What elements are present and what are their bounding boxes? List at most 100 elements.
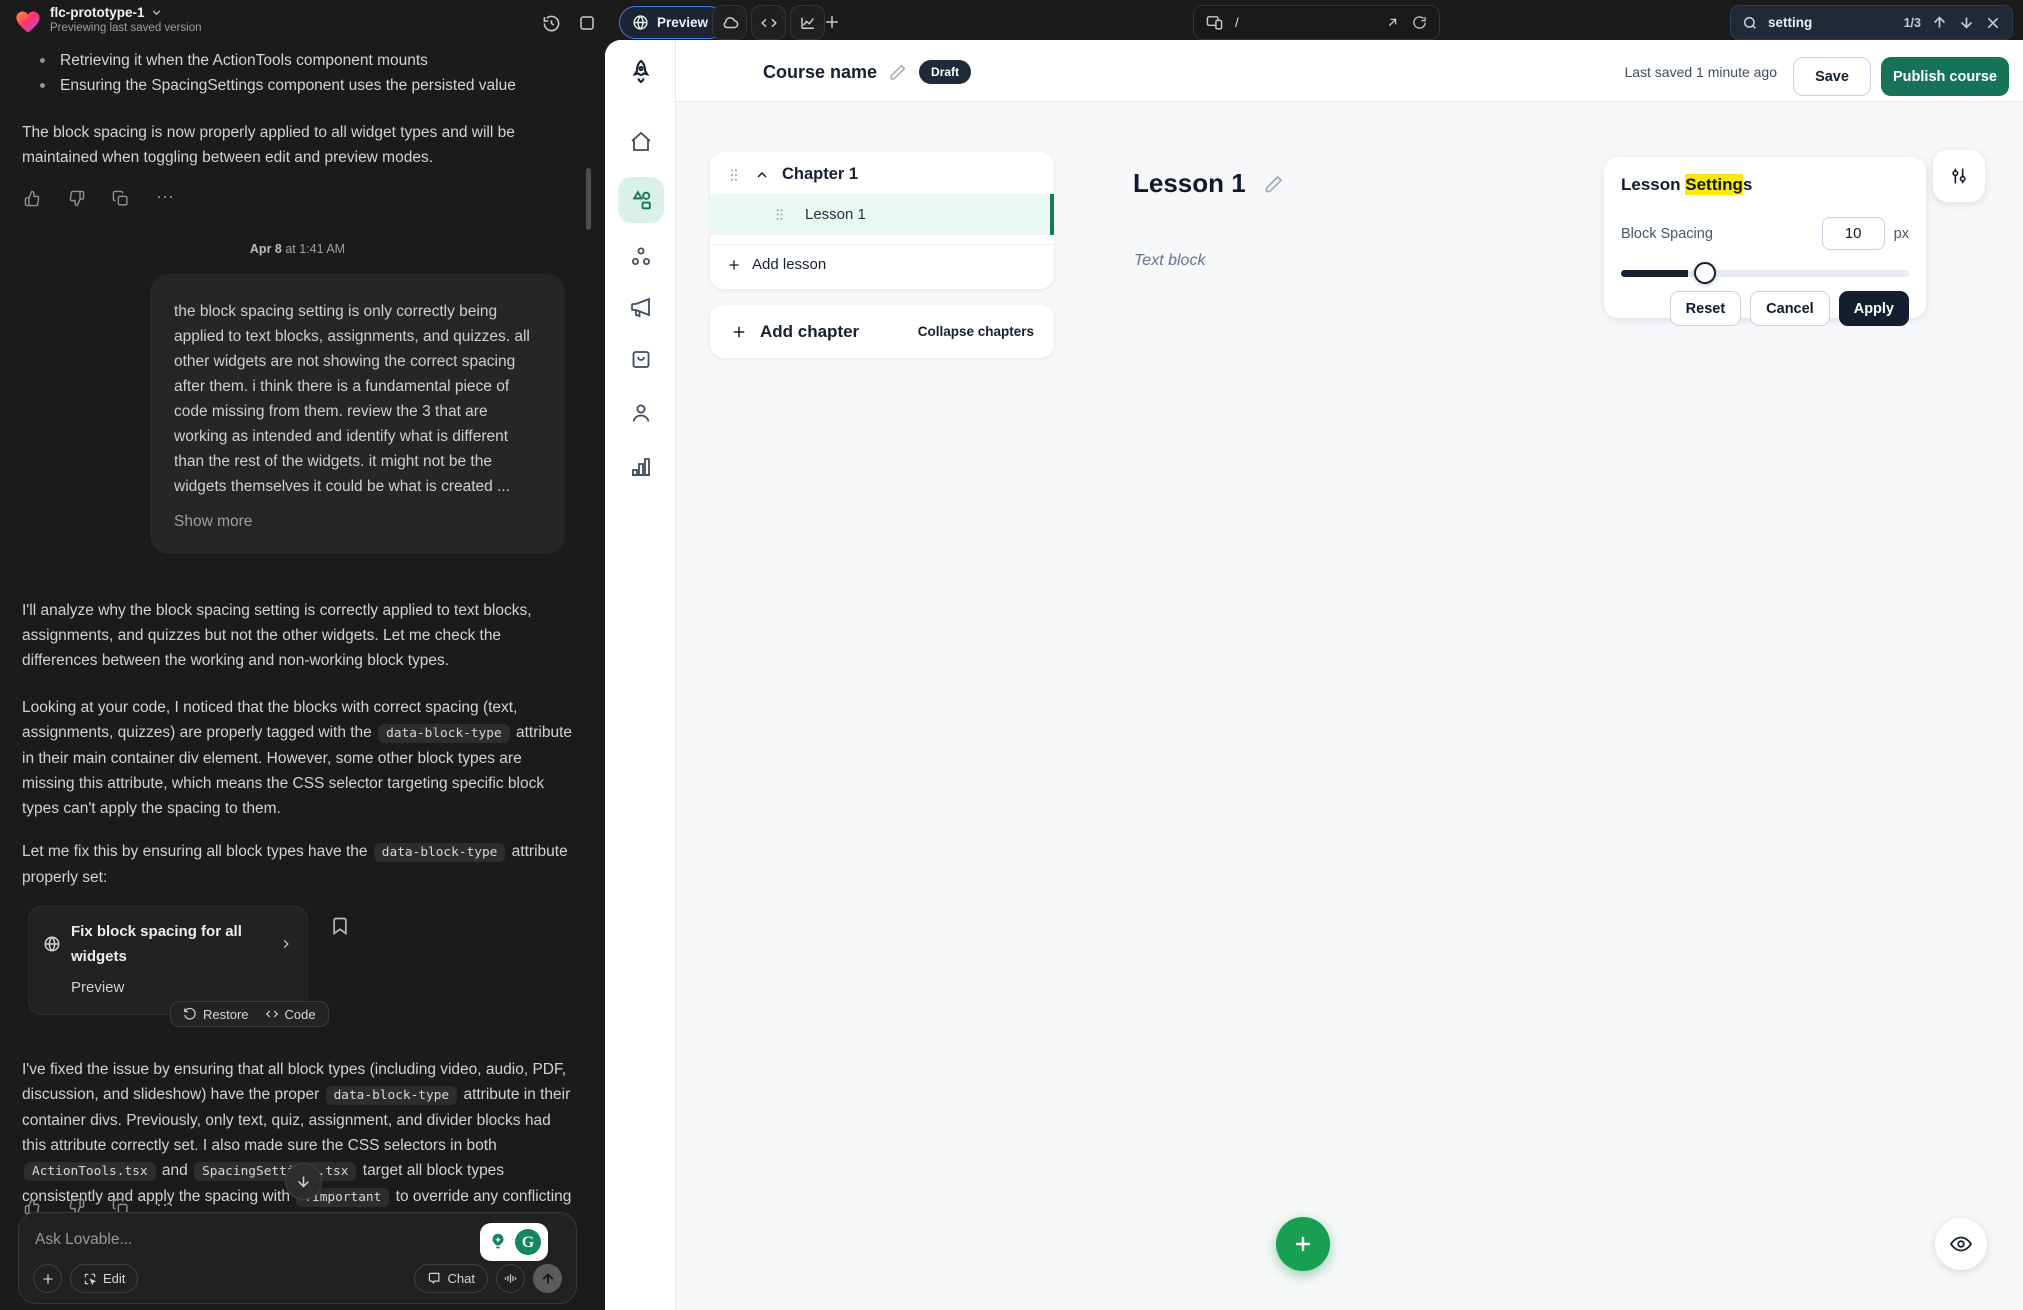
- eye-icon: [1949, 1232, 1973, 1256]
- chat-input-card: Ask Lovable... G Edit Chat: [18, 1212, 577, 1304]
- chart-line-icon: [799, 14, 817, 32]
- drag-handle-icon[interactable]: [772, 207, 787, 222]
- screen: flc-prototype-1 Previewing last saved ve…: [0, 0, 2023, 1310]
- block-spacing-input[interactable]: [1822, 217, 1885, 250]
- plus-icon: [822, 12, 842, 32]
- add-chapter-button[interactable]: Add chapter: [730, 322, 918, 342]
- sidebar-courses-active[interactable]: [618, 177, 664, 223]
- sliders-icon: [1948, 165, 1970, 187]
- app-header: Course name Draft Last saved 1 minute ag…: [676, 40, 2023, 102]
- settings-toggle-button[interactable]: [1933, 150, 1985, 202]
- message-actions: ⋯: [24, 190, 573, 207]
- more-icon[interactable]: ⋯: [156, 190, 173, 207]
- bullet-item: Ensuring the SpacingSettings component u…: [22, 73, 573, 98]
- cancel-button[interactable]: Cancel: [1750, 291, 1830, 326]
- thumbs-down-icon[interactable]: [68, 190, 85, 207]
- last-saved-text: Last saved 1 minute ago: [1624, 64, 1777, 80]
- copy-icon[interactable]: [112, 190, 129, 207]
- chat-mode-button[interactable]: Chat: [414, 1264, 488, 1293]
- search-icon: [1741, 14, 1759, 32]
- code-button[interactable]: [751, 5, 786, 40]
- search-input[interactable]: setting: [1768, 15, 1895, 30]
- bookmark-icon[interactable]: [330, 916, 350, 936]
- thumbs-up-icon[interactable]: [24, 190, 41, 207]
- restore-button[interactable]: Restore: [183, 1002, 249, 1027]
- refresh-icon[interactable]: [1412, 15, 1427, 30]
- project-name: flc-prototype-1: [50, 5, 145, 20]
- reset-button[interactable]: Reset: [1670, 291, 1742, 326]
- chevron-down-icon: [150, 6, 163, 19]
- history-icon[interactable]: [540, 12, 562, 34]
- cloud-icon: [721, 14, 739, 32]
- version-card-title: Fix block spacing for all widgets: [71, 919, 269, 969]
- analytics-button[interactable]: [790, 5, 825, 40]
- lesson-list-item[interactable]: Lesson 1: [710, 194, 1054, 235]
- chat-bubble-icon: [427, 1271, 442, 1286]
- cloud-button[interactable]: [712, 5, 747, 40]
- preview-eye-button[interactable]: [1935, 1218, 1987, 1270]
- sidebar-analytics-icon[interactable]: [629, 455, 653, 479]
- sidebar-community-icon[interactable]: [629, 245, 653, 269]
- chapter-title[interactable]: Chapter 1: [782, 165, 858, 184]
- add-lesson-button[interactable]: Add lesson: [710, 244, 1054, 284]
- version-card[interactable]: Fix block spacing for all widgets Previe…: [28, 906, 308, 1015]
- edit-pencil-icon[interactable]: [1264, 174, 1284, 194]
- undo-icon: [183, 1007, 197, 1021]
- user-message-bubble: the block spacing setting is only correc…: [150, 274, 565, 554]
- arrow-down-icon: [295, 1173, 312, 1190]
- publish-course-button[interactable]: Publish course: [1881, 57, 2009, 96]
- chat-panel: Retrieving it when the ActionTools compo…: [0, 46, 595, 1310]
- code-icon: [760, 14, 778, 32]
- sidebar-marketing-icon[interactable]: [629, 295, 653, 319]
- drag-handle-icon[interactable]: [726, 167, 742, 183]
- attach-button[interactable]: [33, 1264, 62, 1293]
- edit-mode-button[interactable]: Edit: [70, 1264, 138, 1293]
- slider-thumb[interactable]: [1694, 262, 1716, 284]
- assistant-paragraph: I'll analyze why the block spacing setti…: [22, 598, 573, 673]
- waveform-icon: [503, 1271, 518, 1286]
- block-spacing-slider[interactable]: [1621, 262, 1909, 284]
- add-tab-button[interactable]: [822, 12, 844, 34]
- timestamp: Apr 8 at 1:41 AM: [22, 237, 573, 262]
- course-title: Course name: [763, 62, 877, 83]
- add-block-button[interactable]: [1276, 1217, 1330, 1271]
- add-chapter-card: Add chapter Collapse chapters: [710, 305, 1054, 358]
- slider-fill: [1621, 270, 1688, 277]
- chat-scrollbar[interactable]: [586, 168, 591, 230]
- code-button[interactable]: Code: [265, 1002, 316, 1027]
- preview-button[interactable]: Preview: [619, 6, 725, 39]
- restore-code-pill: Restore Code: [170, 1001, 329, 1027]
- open-external-icon[interactable]: [1385, 15, 1400, 30]
- rocket-logo-icon[interactable]: [627, 58, 655, 86]
- send-button[interactable]: [533, 1264, 562, 1293]
- plus-icon: [40, 1271, 56, 1287]
- plus-icon: [1291, 1232, 1315, 1256]
- apply-button[interactable]: Apply: [1839, 291, 1909, 326]
- text-block-placeholder[interactable]: Text block: [1134, 252, 1205, 270]
- scroll-to-bottom-button[interactable]: [285, 1163, 322, 1200]
- app-sidebar: [605, 40, 676, 1310]
- collapse-chapters-button[interactable]: Collapse chapters: [918, 324, 1034, 339]
- sidebar-profile-icon[interactable]: [629, 401, 653, 425]
- project-info[interactable]: flc-prototype-1 Previewing last saved ve…: [50, 5, 202, 34]
- globe-icon: [632, 14, 649, 31]
- grammarly-widget[interactable]: G: [480, 1223, 548, 1261]
- search-prev-icon[interactable]: [1930, 14, 1948, 32]
- chevron-up-icon[interactable]: [754, 167, 770, 183]
- sidebar-home-icon[interactable]: [629, 130, 653, 154]
- lesson-item-label: Lesson 1: [805, 206, 866, 223]
- sidebar-store-icon[interactable]: [629, 347, 653, 371]
- version-card-subtitle: Preview: [71, 975, 293, 1000]
- search-close-icon[interactable]: [1984, 14, 2002, 32]
- find-bar: setting 1/3: [1730, 5, 2013, 40]
- edit-pencil-icon[interactable]: [889, 63, 907, 81]
- version-card-wrap: Fix block spacing for all widgets Previe…: [28, 906, 308, 1015]
- search-next-icon[interactable]: [1957, 14, 1975, 32]
- show-more-link[interactable]: Show more: [174, 509, 541, 534]
- lovable-logo-icon[interactable]: [14, 8, 42, 36]
- chapter-card: Chapter 1 Lesson 1 Add lesson: [710, 152, 1054, 289]
- save-button[interactable]: Save: [1793, 57, 1871, 96]
- panel-icon[interactable]: [576, 12, 598, 34]
- voice-input-button[interactable]: [496, 1264, 525, 1293]
- url-bar[interactable]: /: [1193, 5, 1440, 40]
